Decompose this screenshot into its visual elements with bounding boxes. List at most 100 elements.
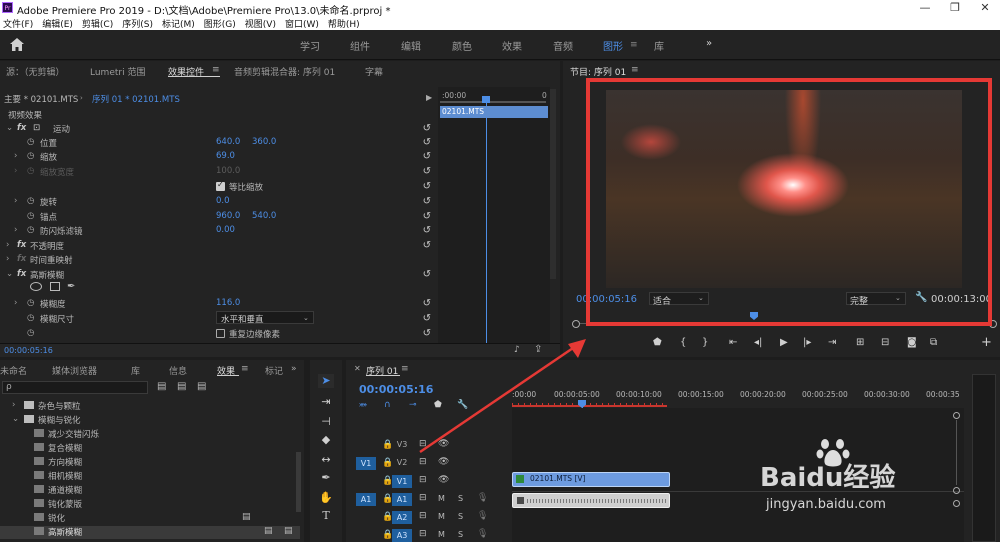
track-header-a1[interactable]: A1 🔒 A1 ⊟ M S 🎙 <box>346 491 512 507</box>
reset-icon[interactable]: ↺ <box>423 137 431 148</box>
ripple-edit-tool-icon[interactable]: ⊣ <box>318 415 334 429</box>
menu-marker[interactable]: 标记(M) <box>162 17 195 30</box>
tab-captions[interactable]: 字幕 <box>365 65 383 78</box>
menu-file[interactable]: 文件(F) <box>3 17 33 30</box>
microphone-icon[interactable]: 🎙 <box>477 493 488 503</box>
32bit-effects-icon[interactable]: ▤ <box>177 381 186 392</box>
blurriness-value[interactable]: 116.0 <box>216 298 240 308</box>
menu-view[interactable]: 视图(V) <box>245 17 276 30</box>
microphone-icon[interactable]: 🎙 <box>477 529 488 539</box>
sync-lock-icon[interactable]: ⊟ <box>419 475 427 485</box>
reset-icon[interactable]: ↺ <box>423 298 431 309</box>
effect-item[interactable]: 复合模糊 <box>0 442 300 455</box>
master-clip-label[interactable]: 主要 * 02101.MTS <box>4 93 78 105</box>
slip-tool-icon[interactable]: ↔ <box>318 453 334 467</box>
panel-menu-icon[interactable]: ≡ <box>631 65 639 75</box>
prop-blur-dimensions[interactable]: ◷ 模糊尺寸 水平和垂直 ⌄ ↺ <box>0 311 435 325</box>
rectangle-mask-icon[interactable] <box>50 282 60 291</box>
workspace-learn[interactable]: 学习 <box>300 38 320 53</box>
position-x-value[interactable]: 640.0 <box>216 137 240 147</box>
stopwatch-icon[interactable]: ◷ <box>27 196 34 206</box>
source-patch-v1[interactable]: V1 <box>356 457 376 470</box>
reset-icon[interactable]: ↺ <box>423 269 431 280</box>
anchor-y-value[interactable]: 540.0 <box>252 211 276 221</box>
comparison-view-icon[interactable]: ⧉ <box>930 337 937 348</box>
effects-search-input[interactable]: ρ <box>2 381 148 394</box>
effect-item[interactable]: 减少交错闪烁 <box>0 428 300 441</box>
effect-item[interactable]: 相机模糊 <box>0 470 300 483</box>
video-clip[interactable]: 02101.MTS [V] <box>512 472 670 487</box>
tab-info[interactable]: 信息 <box>169 364 187 377</box>
scrub-start-handle[interactable] <box>572 320 580 328</box>
effects-scrollbar[interactable] <box>296 452 301 512</box>
effect-item[interactable]: 锐化 ▤ <box>0 512 300 525</box>
folder-blur-sharpen[interactable]: ⌄ 模糊与锐化 <box>0 414 300 427</box>
hand-tool-icon[interactable]: ✋ <box>318 491 334 505</box>
prop-uniform-scale[interactable]: ✓ 等比缩放 ↺ <box>0 179 435 193</box>
play-icon[interactable]: ▶ <box>780 337 788 348</box>
chevron-right-icon[interactable]: › <box>14 196 17 206</box>
menu-sequence[interactable]: 序列(S) <box>122 17 153 30</box>
workspace-color[interactable]: 颜色 <box>452 38 472 53</box>
workspace-graphics[interactable]: 图形 <box>603 38 623 53</box>
more-panels-icon[interactable]: » <box>291 364 297 374</box>
anchor-x-value[interactable]: 960.0 <box>216 211 240 221</box>
workspace-effects[interactable]: 效果 <box>502 38 522 53</box>
add-button-icon[interactable]: + <box>981 335 992 350</box>
microphone-icon[interactable]: 🎙 <box>477 511 488 521</box>
razor-tool-icon[interactable]: ◆ <box>318 433 334 447</box>
effect-mini-timeline[interactable]: :00:00 0 02101.MTS <box>438 87 550 355</box>
extract-icon[interactable]: ⊟ <box>881 337 889 348</box>
ellipse-mask-icon[interactable] <box>30 282 42 291</box>
prop-position[interactable]: ◷ 位置 640.0 360.0 ↺ <box>0 135 435 149</box>
stopwatch-icon[interactable]: ◷ <box>27 225 34 235</box>
effect-item[interactable]: 钝化蒙版 <box>0 498 300 511</box>
reset-icon[interactable]: ↺ <box>423 151 431 162</box>
nest-sequence-icon[interactable]: ⤘ <box>359 400 367 410</box>
restore-button[interactable]: ❐ <box>940 0 970 16</box>
pen-mask-icon[interactable]: ✒ <box>67 281 75 292</box>
prop-blurriness[interactable]: › ◷ 模糊度 116.0 ↺ <box>0 296 435 310</box>
go-to-out-icon[interactable]: ⇥ <box>828 337 836 348</box>
close-button[interactable]: ✕ <box>970 0 1000 16</box>
menu-help[interactable]: 帮助(H) <box>328 17 360 30</box>
tab-markers[interactable]: 标记 <box>265 364 283 377</box>
track-target-a1[interactable]: A1 <box>392 493 412 506</box>
stopwatch-icon[interactable]: ◷ <box>27 328 34 338</box>
stopwatch-icon[interactable]: ◷ <box>27 211 34 221</box>
fx-badge-icon[interactable]: fx <box>17 269 26 279</box>
type-tool-icon[interactable]: T <box>318 509 334 523</box>
anti-flicker-value[interactable]: 0.00 <box>216 225 235 235</box>
go-to-in-icon[interactable]: ⇤ <box>729 337 737 348</box>
tab-lumetri-scopes[interactable]: Lumetri 范围 <box>90 65 145 78</box>
effect-item-selected[interactable]: 高斯模糊 ▤ ▤ <box>0 526 300 539</box>
repeat-edge-checkbox[interactable] <box>216 329 225 338</box>
reset-icon[interactable]: ↺ <box>423 123 431 134</box>
chevron-right-icon[interactable]: › <box>14 151 17 161</box>
position-y-value[interactable]: 360.0 <box>252 137 276 147</box>
accelerated-effects-icon[interactable]: ▤ <box>157 381 166 392</box>
stopwatch-icon[interactable]: ◷ <box>27 313 34 323</box>
effect-motion[interactable]: ⌄ fx ⊡ 运动 ↺ <box>0 121 435 135</box>
track-header-v1[interactable]: 🔒 V1 ⊟ 👁 <box>346 473 512 489</box>
effect-controls-scrollbar[interactable] <box>550 89 556 279</box>
effects-menu-icon[interactable]: ≡ <box>241 364 249 374</box>
lift-icon[interactable]: ⊞ <box>856 337 864 348</box>
track-header-a3[interactable]: 🔒 A3 ⊟ M S 🎙 <box>346 527 512 542</box>
sync-lock-icon[interactable]: ⊟ <box>419 529 427 539</box>
stopwatch-icon[interactable]: ◷ <box>27 298 34 308</box>
workspace-audio[interactable]: 音频 <box>553 38 573 53</box>
tab-media-browser[interactable]: 媒体浏览器 <box>52 364 97 377</box>
prop-anchor-point[interactable]: ◷ 锚点 960.0 540.0 ↺ <box>0 209 435 223</box>
play-only-icon[interactable]: ▶ <box>426 93 432 102</box>
effect-item[interactable]: 方向模糊 <box>0 456 300 469</box>
camera-icon[interactable]: ◙ <box>907 337 917 348</box>
menu-window[interactable]: 窗口(W) <box>285 17 319 30</box>
effect-gaussian-blur[interactable]: ⌄ fx 高斯模糊 ↺ <box>0 267 435 281</box>
source-patch-a1[interactable]: A1 <box>356 493 376 506</box>
tab-project[interactable]: 未命名 <box>0 364 27 377</box>
mark-in-icon[interactable]: { <box>680 337 686 348</box>
mini-clip-bar[interactable]: 02101.MTS <box>440 106 548 118</box>
snap-icon[interactable]: ∩ <box>384 400 391 410</box>
sequence-clip-label[interactable]: 序列 01 * 02101.MTS <box>92 93 180 105</box>
